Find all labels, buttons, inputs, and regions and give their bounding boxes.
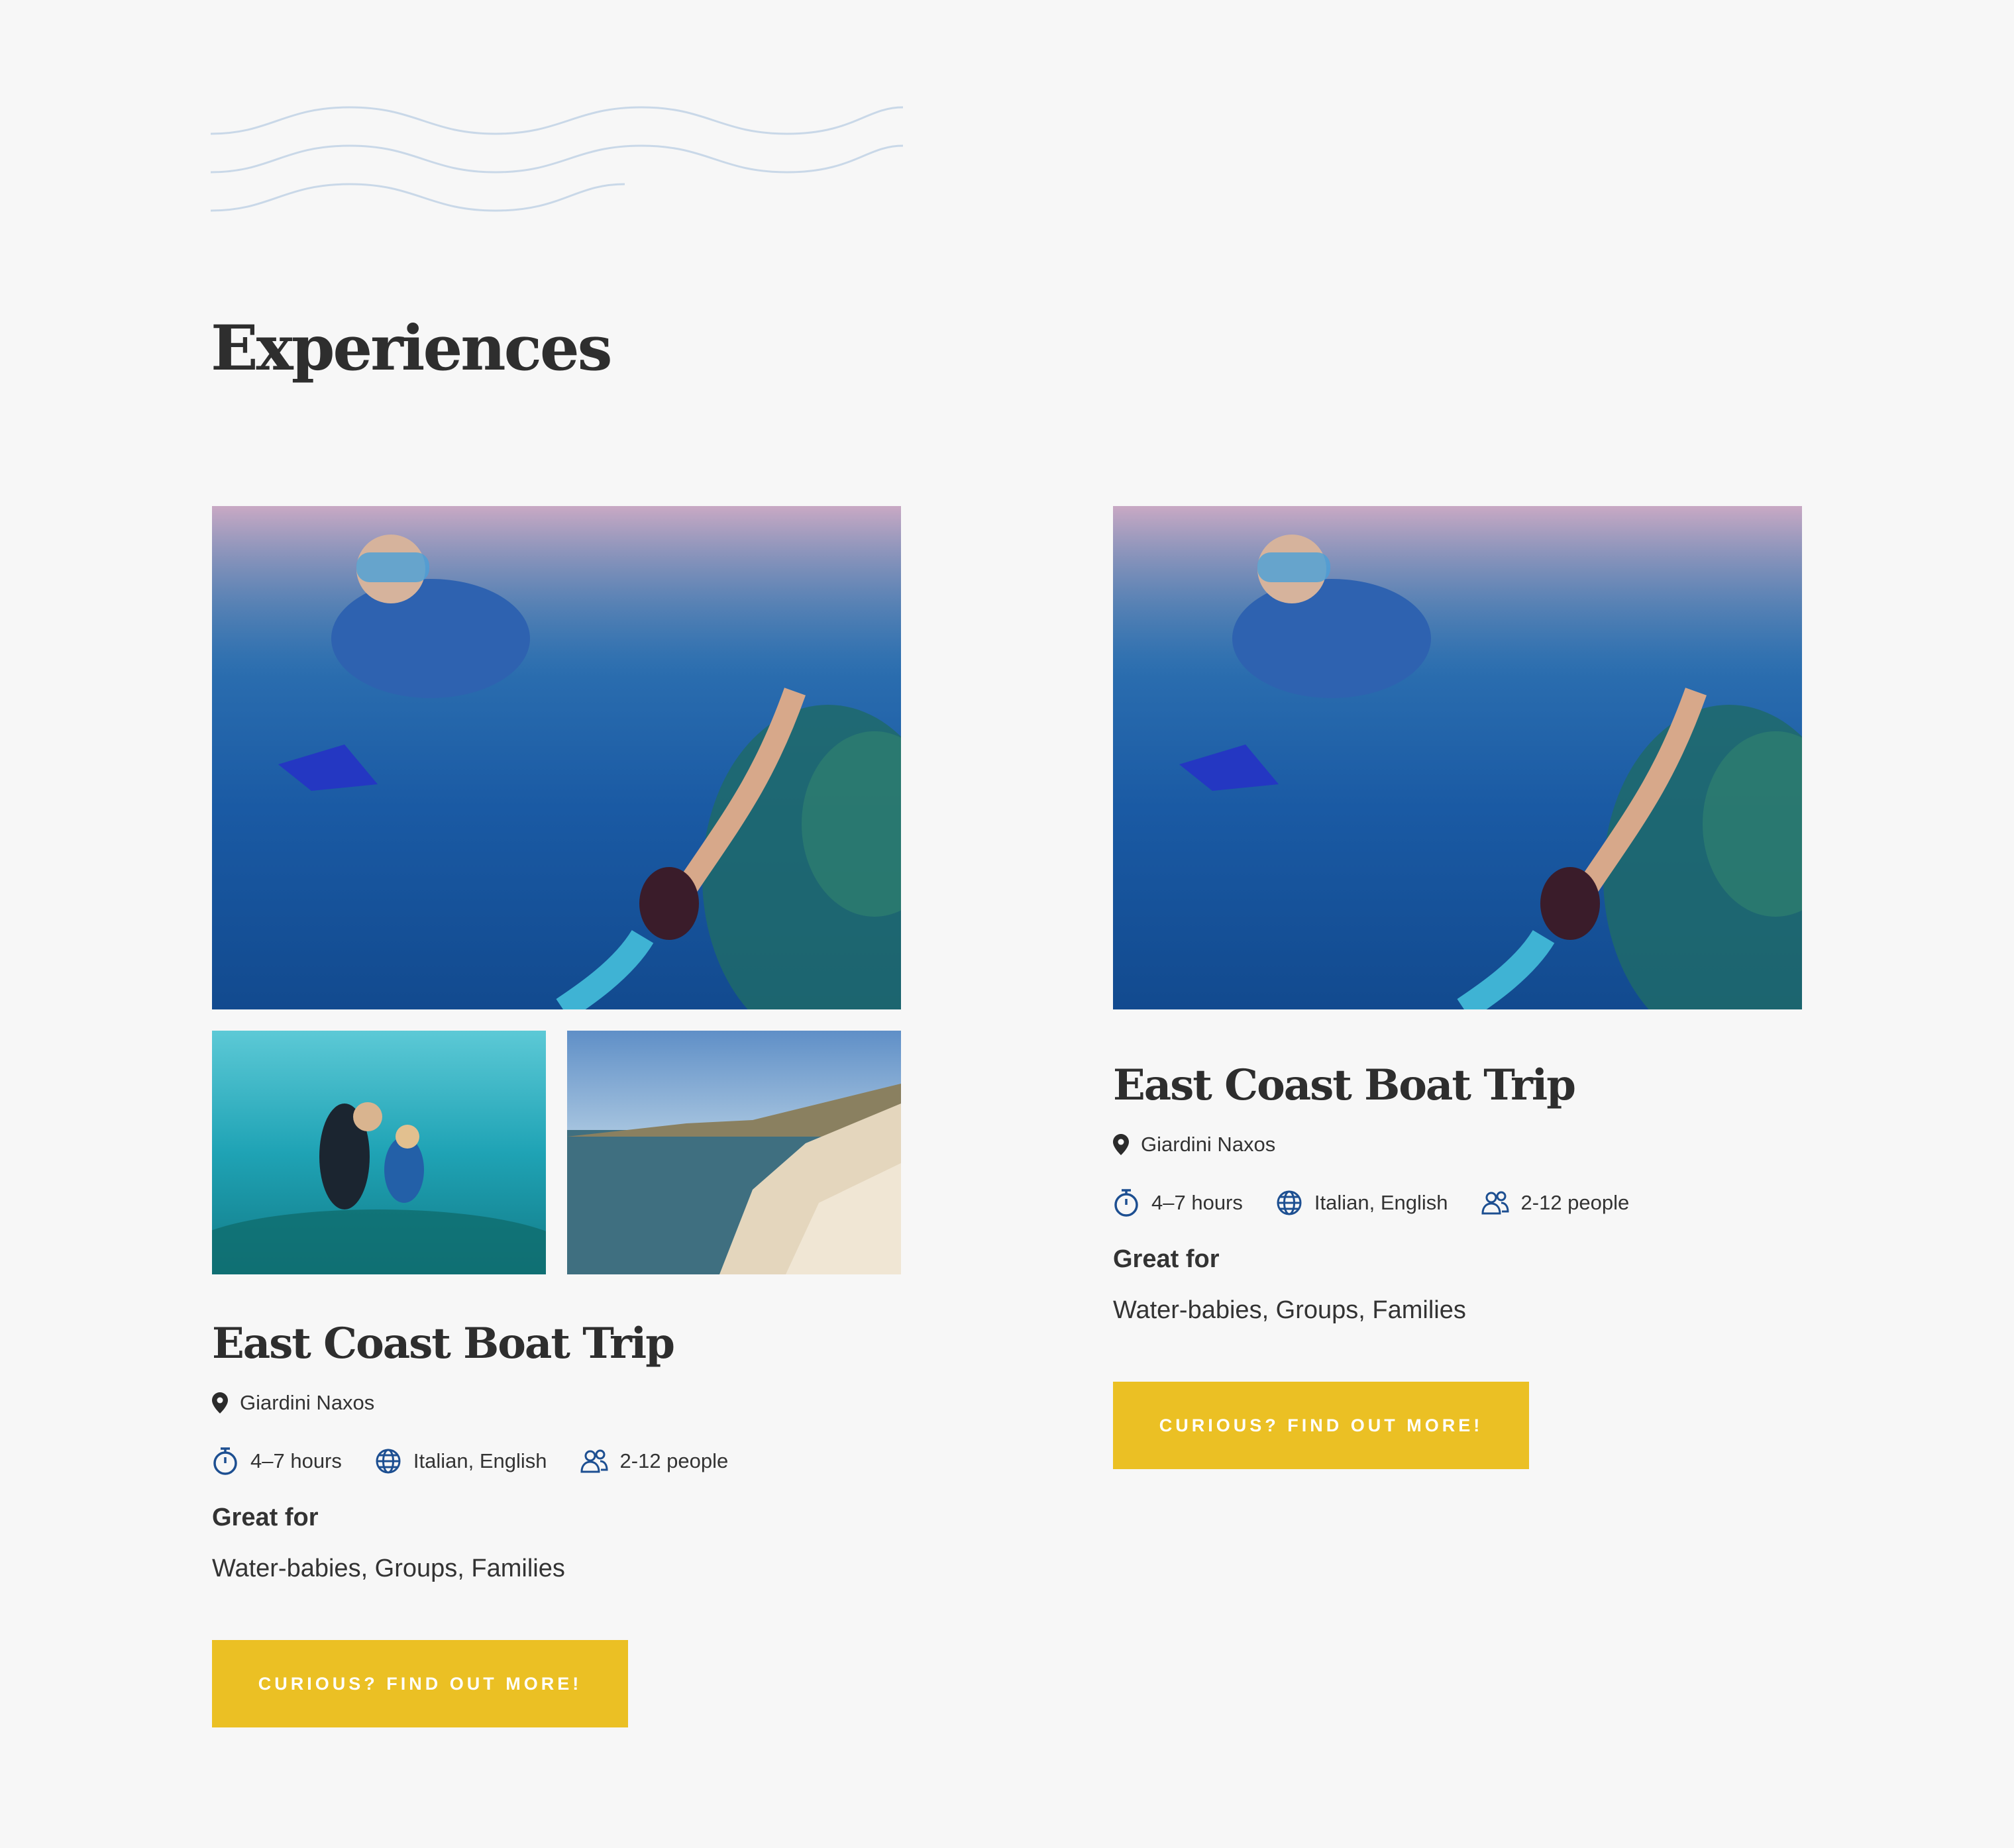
languages: Italian, English [375, 1448, 547, 1474]
trip-details: 4–7 hours Italian, English 2-12 people [212, 1447, 901, 1476]
globe-icon [1276, 1190, 1302, 1216]
group-size-text: 2-12 people [1520, 1191, 1630, 1215]
map-pin-icon [212, 1392, 228, 1414]
coastline-thumbnail[interactable] [567, 1031, 901, 1274]
duration-text: 4–7 hours [1151, 1191, 1243, 1215]
duration: 4–7 hours [1113, 1188, 1243, 1217]
experience-card: East Coast Boat Trip Giardini Naxos 4–7 … [1113, 506, 1802, 1470]
snorkelers-thumbnail[interactable] [212, 1031, 546, 1274]
people-icon [580, 1449, 608, 1474]
group-size: 2-12 people [580, 1449, 729, 1474]
great-for-value: Water-babies, Groups, Families [1113, 1296, 1466, 1325]
wave-decoration [211, 106, 903, 212]
card-title[interactable]: East Coast Boat Trip [1113, 1062, 1802, 1109]
section-title: Experiences [211, 312, 613, 385]
languages: Italian, English [1276, 1190, 1448, 1216]
trip-details: 4–7 hours Italian, English 2-12 people [1113, 1188, 1802, 1217]
map-pin-icon [1113, 1134, 1129, 1156]
languages-text: Italian, English [1314, 1191, 1448, 1215]
snorkeling-photo[interactable] [1113, 506, 1802, 1009]
location-text: Giardini Naxos [240, 1391, 375, 1415]
location-text: Giardini Naxos [1141, 1133, 1276, 1156]
people-icon [1481, 1190, 1509, 1215]
stopwatch-icon [1113, 1188, 1140, 1217]
duration-text: 4–7 hours [250, 1449, 342, 1473]
great-for-label: Great for [1113, 1245, 1220, 1274]
group-size: 2-12 people [1481, 1190, 1630, 1215]
snorkeling-photo[interactable] [212, 506, 901, 1009]
globe-icon [375, 1448, 401, 1474]
location: Giardini Naxos [212, 1391, 901, 1415]
great-for-label: Great for [212, 1504, 319, 1532]
languages-text: Italian, English [413, 1449, 547, 1473]
group-size-text: 2-12 people [619, 1449, 729, 1473]
card-title[interactable]: East Coast Boat Trip [212, 1320, 901, 1367]
great-for-value: Water-babies, Groups, Families [212, 1555, 565, 1583]
location: Giardini Naxos [1113, 1133, 1802, 1156]
stopwatch-icon [212, 1447, 238, 1476]
duration: 4–7 hours [212, 1447, 342, 1476]
experience-card: East Coast Boat Trip Giardini Naxos 4–7 … [212, 506, 901, 1728]
find-out-more-button[interactable]: CURIOUS? FIND OUT MORE! [212, 1640, 628, 1728]
find-out-more-button[interactable]: CURIOUS? FIND OUT MORE! [1113, 1382, 1529, 1470]
